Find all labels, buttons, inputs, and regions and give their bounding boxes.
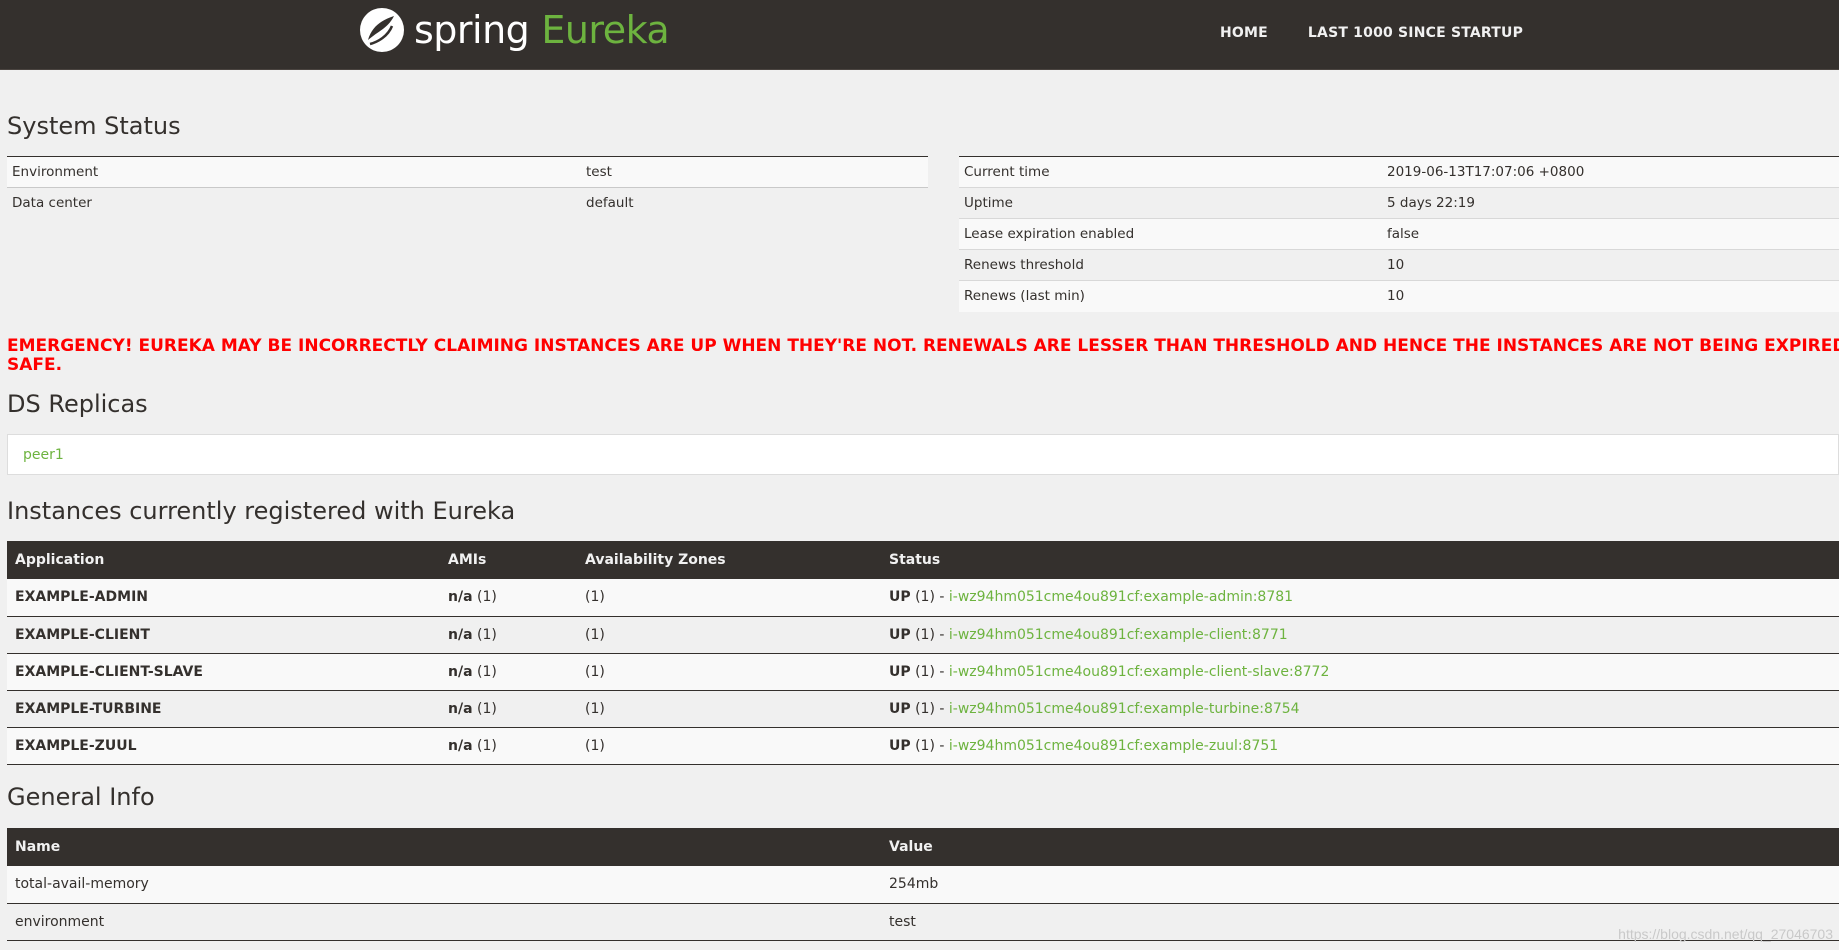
table-row: EXAMPLE-CLIENT n/a (1) (1) UP (1) - i-wz… — [7, 616, 1839, 654]
table-row: Lease expiration enabled false — [959, 218, 1839, 250]
status-key: Data center — [7, 187, 581, 219]
availability-zones: (1) — [577, 690, 881, 728]
availability-zones: (1) — [577, 727, 881, 765]
amis-count: (1) — [476, 700, 497, 717]
status-key: Lease expiration enabled — [959, 218, 1382, 250]
application-name: EXAMPLE-ADMIN — [7, 579, 440, 617]
column-header-name: Name — [7, 828, 881, 866]
system-status-right-table: Current time 2019-06-13T17:07:06 +0800 U… — [959, 156, 1839, 312]
amis-value: n/a — [448, 737, 473, 754]
application-name: EXAMPLE-TURBINE — [7, 690, 440, 728]
status-key: Uptime — [959, 187, 1382, 219]
info-value: 254mb — [881, 866, 1839, 904]
instance-link[interactable]: i-wz94hm051cme4ou891cf:example-zuul:8751 — [949, 738, 1278, 754]
table-row: EXAMPLE-ADMIN n/a (1) (1) UP (1) - i-wz9… — [7, 579, 1839, 617]
status-value: 2019-06-13T17:07:06 +0800 — [1382, 156, 1839, 188]
status-key: Current time — [959, 156, 1382, 188]
column-header-amis: AMIs — [440, 541, 577, 579]
emergency-line-2: SAFE. — [7, 355, 63, 375]
emergency-warning: EMERGENCY! EUREKA MAY BE INCORRECTLY CLA… — [7, 337, 1839, 375]
amis-count: (1) — [476, 626, 497, 643]
availability-zones: (1) — [577, 579, 881, 617]
status-count: (1) - — [915, 589, 945, 606]
instance-link[interactable]: i-wz94hm051cme4ou891cf:example-turbine:8… — [949, 701, 1300, 717]
info-name: environment — [7, 903, 881, 941]
brand-logo-link[interactable]: spring Eureka — [358, 5, 670, 55]
info-name: total-avail-memory — [7, 866, 881, 904]
status-key: Renews threshold — [959, 249, 1382, 281]
status-up: UP — [889, 589, 911, 606]
application-name: EXAMPLE-ZUUL — [7, 727, 440, 765]
general-info-table: Name Value total-avail-memory 254mb envi… — [7, 828, 1839, 941]
amis-value: n/a — [448, 700, 473, 717]
table-header-row: Name Value — [7, 828, 1839, 866]
status-up: UP — [889, 700, 911, 717]
status-value: false — [1382, 218, 1839, 250]
nav-home-link[interactable]: HOME — [1220, 25, 1268, 41]
table-row: EXAMPLE-ZUUL n/a (1) (1) UP (1) - i-wz94… — [7, 727, 1839, 765]
application-name: EXAMPLE-CLIENT-SLAVE — [7, 653, 440, 691]
instances-title: Instances currently registered with Eure… — [7, 497, 516, 525]
status-key: Environment — [7, 156, 581, 188]
column-header-application: Application — [7, 541, 440, 579]
amis-value: n/a — [448, 663, 473, 680]
amis-value: n/a — [448, 626, 473, 643]
status-up: UP — [889, 626, 911, 643]
table-row: total-avail-memory 254mb — [7, 866, 1839, 904]
ds-replicas-list: peer1 — [7, 434, 1839, 475]
status-value: test — [581, 156, 928, 188]
table-row: Renews threshold 10 — [959, 249, 1839, 281]
status-value: 10 — [1382, 280, 1839, 312]
status-value: default — [581, 187, 928, 219]
instance-link[interactable]: i-wz94hm051cme4ou891cf:example-admin:878… — [949, 589, 1293, 605]
amis-count: (1) — [476, 589, 497, 606]
amis-count: (1) — [476, 663, 497, 680]
table-row: Uptime 5 days 22:19 — [959, 187, 1839, 219]
instances-table: Application AMIs Availability Zones Stat… — [7, 541, 1839, 765]
instance-link[interactable]: i-wz94hm051cme4ou891cf:example-client:87… — [949, 627, 1288, 643]
status-value: 5 days 22:19 — [1382, 187, 1839, 219]
system-status-title: System Status — [7, 112, 181, 140]
status-up: UP — [889, 737, 911, 754]
nav-links: HOME LAST 1000 SINCE STARTUP — [1200, 0, 1543, 66]
amis-value: n/a — [448, 589, 473, 606]
availability-zones: (1) — [577, 653, 881, 691]
table-row: EXAMPLE-CLIENT-SLAVE n/a (1) (1) UP (1) … — [7, 653, 1839, 691]
status-count: (1) - — [915, 737, 945, 754]
brand-spring-text: spring — [414, 8, 530, 52]
emergency-line-1: EMERGENCY! EUREKA MAY BE INCORRECTLY CLA… — [7, 337, 1839, 356]
replica-peer1-link[interactable]: peer1 — [23, 447, 64, 463]
nav-last-1000-link[interactable]: LAST 1000 SINCE STARTUP — [1308, 25, 1523, 41]
column-header-value: Value — [881, 828, 1839, 866]
general-info-title: General Info — [7, 783, 155, 811]
availability-zones: (1) — [577, 616, 881, 654]
instance-link[interactable]: i-wz94hm051cme4ou891cf:example-client-sl… — [949, 664, 1329, 680]
navbar: spring Eureka HOME LAST 1000 SINCE START… — [0, 0, 1839, 70]
column-header-status: Status — [881, 541, 1839, 579]
status-key: Renews (last min) — [959, 280, 1382, 312]
table-row: EXAMPLE-TURBINE n/a (1) (1) UP (1) - i-w… — [7, 690, 1839, 728]
amis-count: (1) — [476, 737, 497, 754]
application-name: EXAMPLE-CLIENT — [7, 616, 440, 654]
watermark-text: https://blog.csdn.net/qq_27046703 — [1618, 926, 1833, 942]
system-status-left-table: Environment test Data center default — [7, 156, 928, 219]
status-count: (1) - — [915, 626, 945, 643]
status-count: (1) - — [915, 700, 945, 717]
table-row: Environment test — [7, 156, 928, 188]
status-up: UP — [889, 663, 911, 680]
table-row: Data center default — [7, 187, 928, 219]
status-value: 10 — [1382, 249, 1839, 281]
ds-replicas-title: DS Replicas — [7, 390, 148, 418]
table-header-row: Application AMIs Availability Zones Stat… — [7, 541, 1839, 579]
status-count: (1) - — [915, 663, 945, 680]
table-row: Renews (last min) 10 — [959, 280, 1839, 312]
column-header-availability-zones: Availability Zones — [577, 541, 881, 579]
brand-eureka-text: Eureka — [541, 8, 670, 52]
table-row: Current time 2019-06-13T17:07:06 +0800 — [959, 156, 1839, 188]
spring-leaf-icon — [360, 8, 404, 52]
table-row: environment test — [7, 903, 1839, 941]
